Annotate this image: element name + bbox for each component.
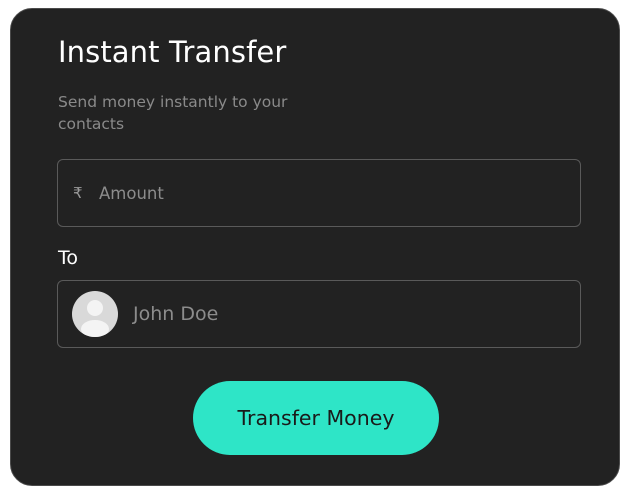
user-avatar-icon [72, 291, 118, 337]
card-subtitle: Send money instantly to your contacts [58, 93, 288, 133]
card-title: Instant Transfer [58, 35, 287, 69]
recipient-name: John Doe [133, 303, 219, 325]
recipient-label: To [58, 247, 79, 269]
transfer-money-button[interactable]: Transfer Money [193, 381, 439, 455]
recipient-selector[interactable]: John Doe [57, 280, 581, 348]
rupee-icon: ₹ [73, 184, 83, 202]
instant-transfer-card: Instant Transfer Send money instantly to… [10, 8, 620, 486]
amount-field[interactable]: ₹ [57, 159, 581, 227]
amount-input[interactable] [99, 183, 580, 203]
